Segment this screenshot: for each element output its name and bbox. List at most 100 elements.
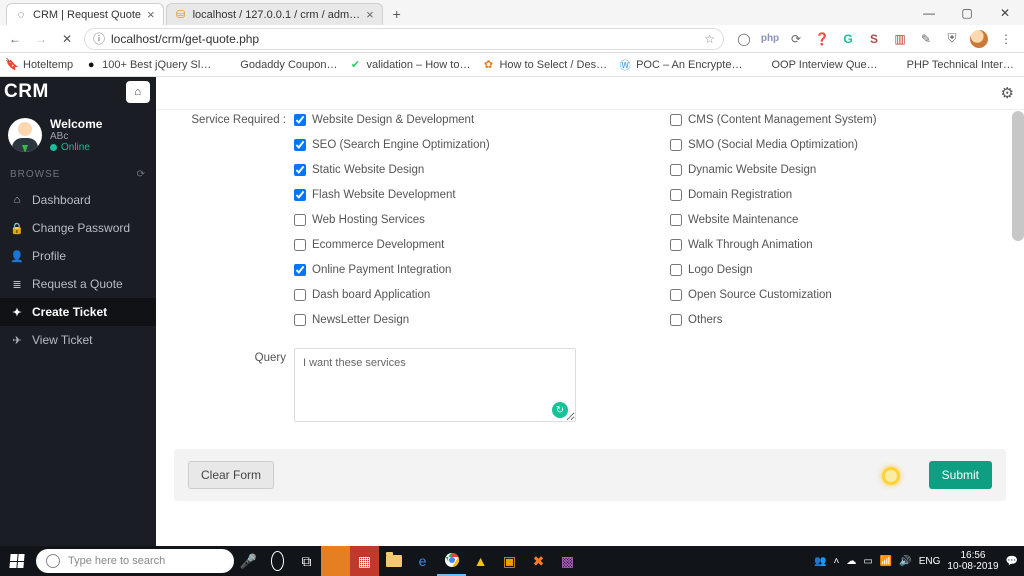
service-checkbox[interactable]	[670, 239, 682, 251]
ext-icon-s[interactable]: S	[866, 31, 882, 47]
kebab-menu-icon[interactable]: ⋮	[998, 31, 1014, 47]
new-tab-button[interactable]: +	[385, 3, 409, 25]
service-option[interactable]: Ecommerce Development	[294, 239, 630, 251]
ext-icon-help[interactable]: ❓	[814, 31, 830, 47]
service-checkbox[interactable]	[294, 289, 306, 301]
vlc-icon[interactable]: ▲	[466, 546, 495, 576]
service-option[interactable]: Website Maintenance	[670, 214, 1006, 226]
service-option[interactable]: SMO (Social Media Optimization)	[670, 139, 1006, 151]
service-option[interactable]: NewsLetter Design	[294, 314, 630, 326]
ext-icon-shield[interactable]: ⛨	[944, 31, 960, 47]
people-icon[interactable]: 👥	[814, 556, 826, 567]
service-checkbox[interactable]	[294, 139, 306, 151]
service-checkbox[interactable]	[670, 289, 682, 301]
forward-button[interactable]: →	[32, 30, 50, 48]
nav-profile[interactable]: 👤Profile	[0, 242, 156, 270]
service-option[interactable]: Open Source Customization	[670, 289, 1006, 301]
service-checkbox[interactable]	[294, 214, 306, 226]
service-checkbox[interactable]	[294, 164, 306, 176]
onedrive-icon[interactable]: ☁	[846, 556, 856, 567]
minimize-button[interactable]: —	[910, 0, 948, 25]
start-button[interactable]	[0, 546, 34, 576]
nav-change-password[interactable]: 🔒Change Password	[0, 214, 156, 242]
edge-icon[interactable]: e	[408, 546, 437, 576]
wifi-icon[interactable]: 📶	[880, 556, 892, 567]
browser-tab-inactive[interactable]: ⛁ localhost / 127.0.0.1 / crm / adm… ×	[166, 3, 383, 25]
window-close-button[interactable]: ✕	[986, 0, 1024, 25]
service-option[interactable]: Website Design & Development	[294, 114, 630, 126]
tray-chevron-up-icon[interactable]: ˄	[834, 556, 840, 567]
service-checkbox[interactable]	[670, 264, 682, 276]
taskbar-clock[interactable]: 16:56 10-08-2019	[947, 550, 998, 572]
back-button[interactable]: ←	[6, 30, 24, 48]
service-option[interactable]: Static Website Design	[294, 164, 630, 176]
service-checkbox[interactable]	[294, 264, 306, 276]
taskbar-search-input[interactable]: Type here to search	[36, 549, 234, 573]
maximize-button[interactable]: ▢	[948, 0, 986, 25]
service-option[interactable]: Walk Through Animation	[670, 239, 1006, 251]
gear-icon[interactable]: ⚙	[1001, 84, 1014, 102]
service-checkbox[interactable]	[670, 189, 682, 201]
service-option[interactable]: SEO (Search Engine Optimization)	[294, 139, 630, 151]
service-option[interactable]: Web Hosting Services	[294, 214, 630, 226]
scrollbar-thumb[interactable]	[1012, 111, 1024, 241]
bookmark-php[interactable]: PHP Technical Inter…	[890, 59, 1014, 71]
file-explorer-icon[interactable]	[379, 546, 408, 576]
service-option[interactable]: Dash board Application	[294, 289, 630, 301]
service-option[interactable]: Others	[670, 314, 1006, 326]
stop-reload-button[interactable]: ✕	[58, 30, 76, 48]
bookmark-poc[interactable]: ⓌPOC – An Encrypte…	[619, 59, 742, 71]
clear-form-button[interactable]: Clear Form	[188, 461, 274, 489]
nav-dashboard[interactable]: ⌂Dashboard	[0, 186, 156, 214]
chrome-icon[interactable]	[437, 546, 466, 576]
service-option[interactable]: Flash Website Development	[294, 189, 630, 201]
ext-icon-grid[interactable]: ▥	[892, 31, 908, 47]
xampp-icon[interactable]: ✖	[524, 546, 553, 576]
nav-view-ticket[interactable]: ✈View Ticket	[0, 326, 156, 354]
service-checkbox[interactable]	[670, 164, 682, 176]
bookmark-jquery[interactable]: ●100+ Best jQuery Sl…	[85, 59, 211, 71]
service-option[interactable]: Logo Design	[670, 264, 1006, 276]
nav-create-ticket[interactable]: ✦Create Ticket	[0, 298, 156, 326]
mic-icon[interactable]: 🎤	[234, 546, 263, 576]
service-checkbox[interactable]	[294, 314, 306, 326]
sublime-icon[interactable]: ▣	[495, 546, 524, 576]
service-option[interactable]: Online Payment Integration	[294, 264, 630, 276]
site-info-icon[interactable]: ⓘ	[93, 30, 105, 47]
service-option[interactable]: Dynamic Website Design	[670, 164, 1006, 176]
service-option[interactable]: Domain Registration	[670, 189, 1006, 201]
close-icon[interactable]: ×	[147, 7, 155, 22]
ext-icon-refresh[interactable]: ⟳	[788, 31, 804, 47]
service-option[interactable]: CMS (Content Management System)	[670, 114, 1006, 126]
service-checkbox[interactable]	[294, 189, 306, 201]
ext-icon-php[interactable]: php	[762, 31, 778, 47]
bookmark-hoteltemp[interactable]: 🔖Hoteltemp	[6, 59, 73, 71]
taskbar-app-2[interactable]: ▦	[350, 546, 379, 576]
browser-tab-active[interactable]: ◌ CRM | Request Quote ×	[6, 3, 164, 25]
volume-icon[interactable]: 🔊	[899, 556, 911, 567]
query-textarea[interactable]	[294, 348, 576, 422]
service-checkbox[interactable]	[670, 214, 682, 226]
service-checkbox[interactable]	[294, 239, 306, 251]
bookmark-oop[interactable]: OOP Interview Que…	[754, 59, 877, 71]
task-view-icon[interactable]: ⧉	[292, 546, 321, 576]
service-checkbox[interactable]	[670, 114, 682, 126]
ext-icon-g[interactable]: G	[840, 31, 856, 47]
profile-avatar-icon[interactable]	[970, 30, 988, 48]
home-icon[interactable]: ⌂	[126, 81, 150, 103]
url-input[interactable]: ⓘ localhost/crm/get-quote.php ☆	[84, 28, 724, 50]
notifications-icon[interactable]: 💬	[1006, 556, 1018, 567]
ext-icon-edit[interactable]: ✎	[918, 31, 934, 47]
taskbar-app-purple[interactable]: ▩	[553, 546, 582, 576]
bookmark-validation[interactable]: ✔validation – How to…	[350, 59, 471, 71]
bookmark-star-icon[interactable]: ☆	[704, 32, 715, 46]
nav-request-quote[interactable]: ≣Request a Quote	[0, 270, 156, 298]
close-icon[interactable]: ×	[366, 7, 374, 22]
ext-icon-circle[interactable]: ◯	[736, 31, 752, 47]
bookmark-select[interactable]: ✿How to Select / Des…	[482, 59, 607, 71]
service-checkbox[interactable]	[670, 139, 682, 151]
refresh-icon[interactable]: ⟳	[137, 169, 146, 180]
battery-icon[interactable]: ▭	[863, 556, 872, 567]
service-checkbox[interactable]	[294, 114, 306, 126]
taskbar-app-1[interactable]	[321, 546, 350, 576]
